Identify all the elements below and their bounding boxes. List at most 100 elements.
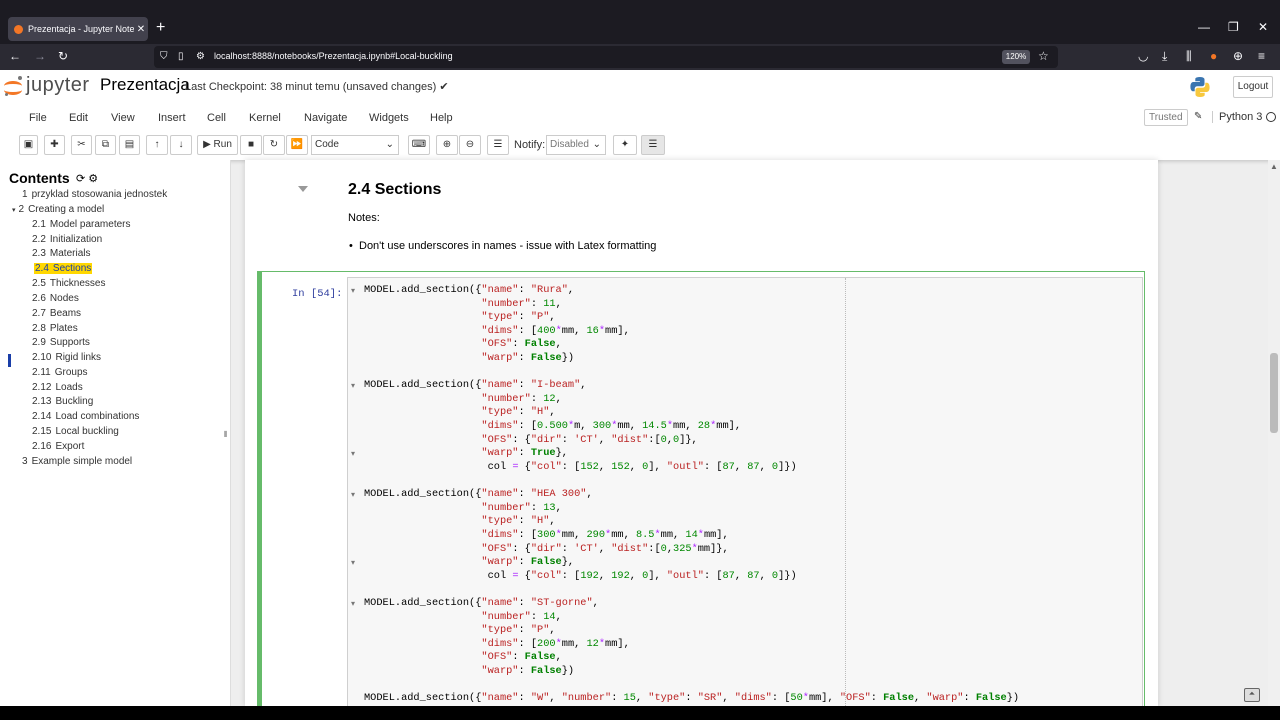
code-cell[interactable]: In [54]: ▾ MODEL.add_section({"name": "R… (257, 271, 1145, 706)
run-button[interactable]: ▶ Run (197, 135, 238, 155)
back-icon[interactable]: ← (9, 49, 21, 63)
fold-icon[interactable]: ▾ (351, 558, 355, 567)
menu-edit[interactable]: Edit (69, 112, 88, 124)
pin-icon[interactable]: ✦ (613, 135, 637, 155)
page-scrollbar[interactable]: ▲ (1268, 160, 1280, 706)
toc-item[interactable]: 2.6 Nodes (32, 293, 79, 304)
toc-toggle-icon[interactable]: ☰ (641, 135, 665, 155)
menu-file[interactable]: File (29, 112, 47, 124)
toc-item[interactable]: 2.13 Buckling (32, 396, 93, 407)
tab-close-icon[interactable]: ✕ (134, 24, 148, 35)
reload-icon[interactable]: ↻ (58, 49, 68, 63)
toc-item[interactable]: 2.1 Model parameters (32, 219, 131, 230)
logout-button[interactable]: Logout (1233, 76, 1273, 98)
url-text[interactable]: localhost:8888/notebooks/Prezentacja.ipy… (214, 51, 453, 61)
copy-icon[interactable]: ⧉ (95, 135, 116, 155)
extension-icon[interactable]: ● (1210, 49, 1217, 63)
pocket-icon[interactable]: ◡ (1138, 49, 1148, 63)
scrollbar-thumb[interactable] (1270, 353, 1278, 433)
caret-down-icon[interactable]: ▾ (12, 207, 16, 214)
menu-insert[interactable]: Insert (158, 112, 186, 124)
zoom-icon[interactable]: ⊕ (1233, 49, 1243, 63)
toc-item[interactable]: 1 przyklad stosowania jednostek (22, 189, 167, 200)
restart-run-all-icon[interactable]: ⏩ (286, 135, 308, 155)
collapse-heading-icon[interactable] (298, 186, 308, 192)
menu-view[interactable]: View (111, 112, 135, 124)
scroll-to-top-icon[interactable]: ⏶ (1244, 688, 1260, 702)
notebook-name[interactable]: Prezentacja (100, 75, 190, 95)
toc-item[interactable]: 2.8 Plates (32, 323, 78, 334)
toc-item[interactable]: 2.10 Rigid links (32, 352, 101, 363)
menu-kernel[interactable]: Kernel (249, 112, 281, 124)
toc-resize-handle-icon[interactable]: ⦀ (224, 430, 228, 440)
browser-tab-title: Prezentacja - Jupyter Notebook (28, 24, 134, 34)
shield-icon[interactable]: ⛉ (160, 50, 168, 64)
new-tab-button[interactable]: + (156, 20, 165, 36)
url-bar[interactable]: ⛉ ▯ ⚙ localhost:8888/notebooks/Prezentac… (154, 46, 1058, 68)
paste-icon[interactable]: ▤ (119, 135, 140, 155)
toc-item[interactable]: 2.14 Load combinations (32, 411, 139, 422)
menu-widgets[interactable]: Widgets (369, 112, 409, 124)
toc-item[interactable]: 2.16 Export (32, 441, 84, 452)
pencil-icon[interactable]: ✎ (1194, 111, 1202, 122)
code-line: "type": "H", (481, 515, 556, 527)
toc-item[interactable]: 3 Example simple model (22, 456, 132, 467)
page-info-icon[interactable]: ▯ (178, 50, 184, 64)
trusted-badge[interactable]: Trusted (1144, 109, 1188, 126)
interrupt-icon[interactable]: ■ (240, 135, 262, 155)
toc-item[interactable]: 2.2 Initialization (32, 234, 102, 245)
toc-item-label: Model parameters (49, 219, 131, 230)
code-editor[interactable]: ▾ MODEL.add_section({"name": "Rura", "nu… (347, 277, 1143, 706)
fold-icon[interactable]: ▾ (351, 599, 355, 608)
fold-icon[interactable]: ▾ (351, 490, 355, 499)
window-close-icon[interactable]: ✕ (1258, 20, 1268, 34)
toc-item[interactable]: 2.11 Groups (32, 367, 88, 378)
menu-help[interactable]: Help (430, 112, 453, 124)
fold-icon[interactable]: ▾ (351, 381, 355, 390)
zoom-level-badge[interactable]: 120% (1002, 50, 1030, 64)
move-down-icon[interactable]: ↓ (170, 135, 192, 155)
fold-icon[interactable]: ▾ (351, 449, 355, 458)
toc-item-label: Export (55, 441, 85, 452)
fold-icon[interactable]: ▾ (351, 286, 355, 295)
restart-icon[interactable]: ↻ (263, 135, 285, 155)
browser-tab[interactable]: Prezentacja - Jupyter Notebook ✕ (8, 17, 148, 41)
toc-list-icon[interactable]: ☰ (487, 135, 509, 155)
toc-item[interactable]: 2.9 Supports (32, 337, 90, 348)
scroll-up-icon[interactable]: ▲ (1270, 162, 1278, 171)
save-icon[interactable]: ▣ (19, 135, 38, 155)
toc-item[interactable]: 2.3 Materials (32, 248, 90, 259)
toc-item-label: Creating a model (28, 204, 105, 215)
move-up-icon[interactable]: ↑ (146, 135, 168, 155)
toc-item[interactable]: 2.7 Beams (32, 308, 81, 319)
library-icon[interactable]: ⫼ (1186, 49, 1192, 63)
toc-item[interactable]: 2.15 Local buckling (32, 426, 119, 437)
downloads-icon[interactable]: ⤓ (1162, 49, 1167, 63)
toc-item[interactable]: 2.12 Loads (32, 382, 83, 393)
notify-select[interactable]: Disabled ⌄ (546, 135, 606, 155)
menu-cell[interactable]: Cell (207, 112, 226, 124)
zoom-in-icon[interactable]: ⊕ (436, 135, 458, 155)
app-menu-icon[interactable]: ≡ (1258, 49, 1265, 63)
section-heading: 2.4 Sections (348, 181, 442, 198)
bookmark-star-icon[interactable]: ☆ (1038, 49, 1049, 63)
cell-type-select[interactable]: Code ⌄ (311, 135, 399, 155)
cut-icon[interactable]: ✂ (71, 135, 92, 155)
zoom-out-icon[interactable]: ⊖ (459, 135, 481, 155)
permissions-icon[interactable]: ⚙ (196, 50, 205, 64)
jupyter-logo[interactable]: jupyter (4, 74, 90, 97)
toc-item-active[interactable]: 2.4 Sections (34, 263, 93, 274)
toc-item[interactable]: ▾ 2 Creating a model (12, 204, 104, 215)
maximize-icon[interactable]: ❐ (1228, 20, 1239, 34)
toc-item[interactable]: 2.5 Thicknesses (32, 278, 105, 289)
cell-prompt: In [54]: (292, 288, 343, 300)
keyboard-icon[interactable]: ⌨ (408, 135, 430, 155)
insert-cell-icon[interactable]: ✚ (44, 135, 65, 155)
toc-refresh-icon[interactable]: ⟳ ⚙ (76, 172, 98, 185)
code-line: col = {"col": [192, 192, 0], "outl": [87… (364, 570, 797, 582)
toc-item-num: 2.15 (32, 426, 52, 437)
minimize-icon[interactable]: — (1198, 20, 1210, 34)
menu-navigate[interactable]: Navigate (304, 112, 347, 124)
toc-item-label: Initialization (49, 234, 103, 245)
forward-icon[interactable]: → (34, 49, 46, 63)
